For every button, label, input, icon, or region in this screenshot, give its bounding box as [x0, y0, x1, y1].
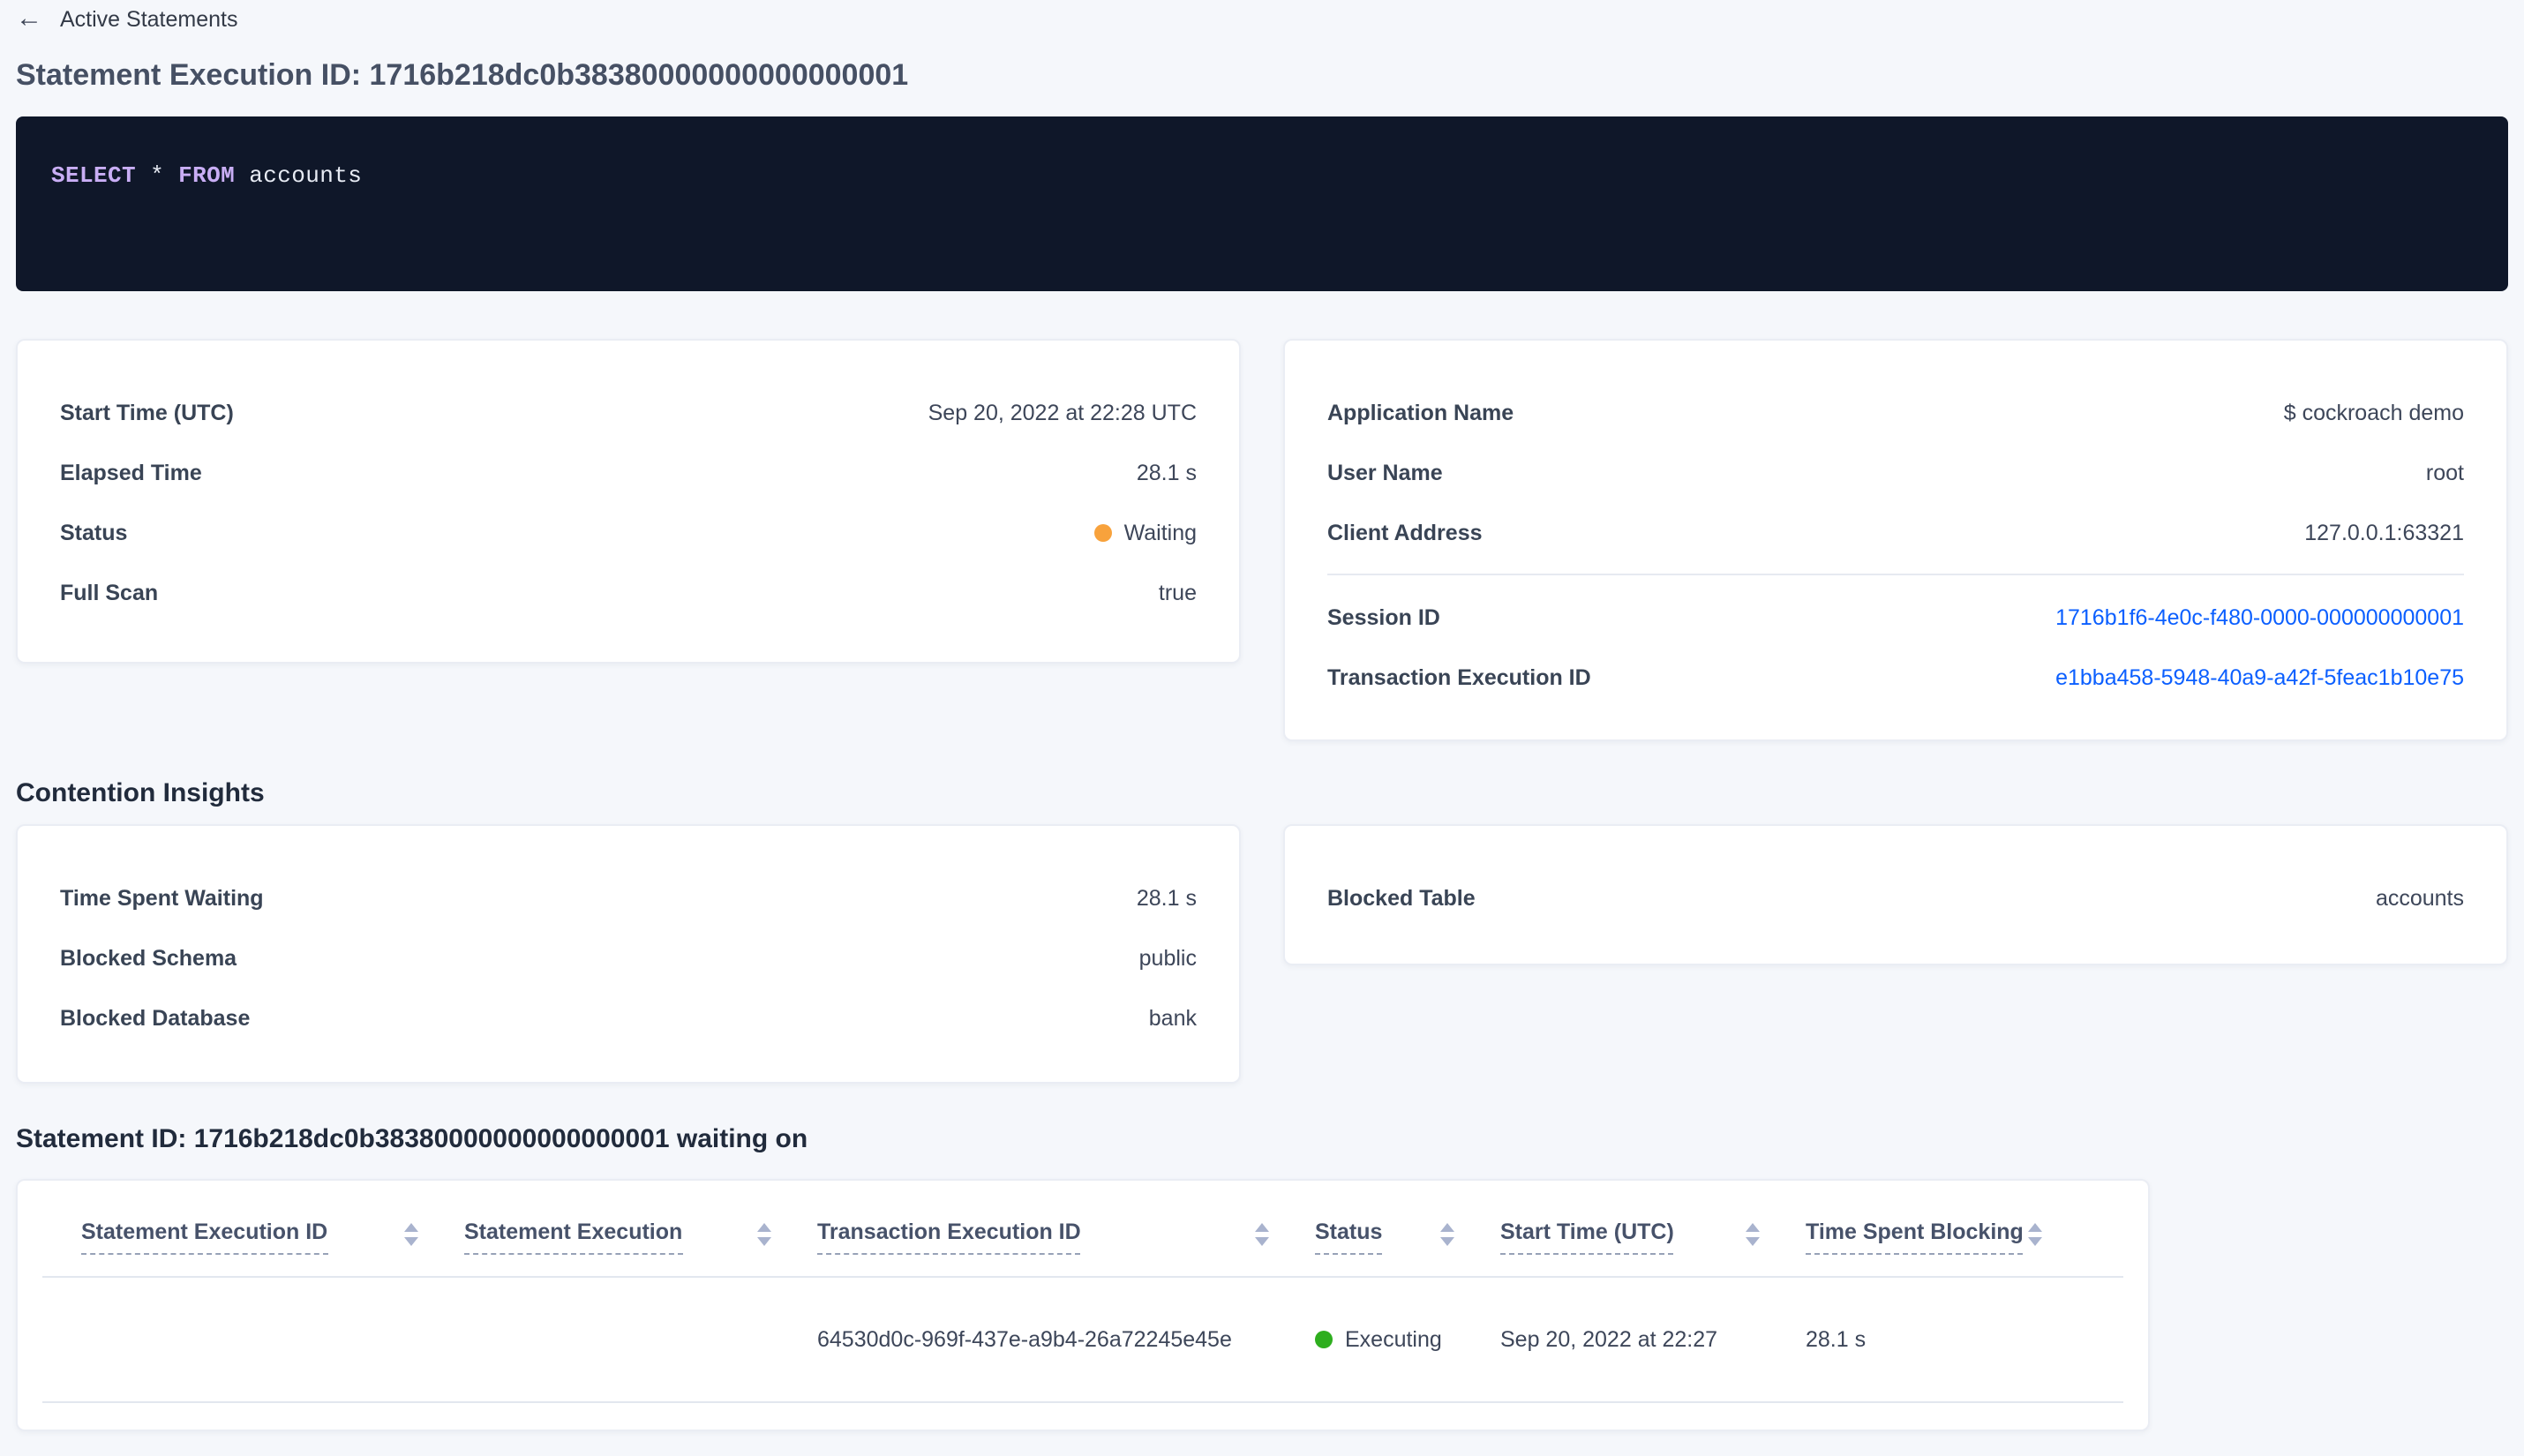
start-time-value: Sep 20, 2022 at 22:28 UTC [928, 401, 1197, 425]
start-time-label: Start Time (UTC) [60, 401, 234, 425]
back-arrow-icon: ← [16, 4, 42, 34]
waiting-on-heading: Statement ID: 1716b218dc0b38380000000000… [16, 1124, 808, 1154]
status-text: Waiting [1123, 521, 1197, 545]
blocked-table-value: accounts [2375, 886, 2464, 911]
sort-icon [1440, 1222, 1454, 1245]
page-title: Statement Execution ID: 1716b218dc0b3838… [16, 58, 909, 92]
sort-icon [1746, 1222, 1760, 1245]
cell-transaction-execution-id: 64530d0c-969f-437e-a9b4-26a72245e45e [817, 1327, 1232, 1352]
blocked-schema-row: Blocked Schema public [60, 928, 1197, 988]
sql-identifier: accounts [249, 162, 363, 189]
contention-left-card: Time Spent Waiting 28.1 s Blocked Schema… [16, 824, 1241, 1084]
status-value: Waiting [1093, 521, 1197, 545]
status-text: Executing [1345, 1327, 1442, 1352]
transaction-execution-id-row: Transaction Execution ID e1bba458-5948-4… [1327, 648, 2464, 708]
session-id-link[interactable]: 1716b1f6-4e0c-f480-0000-000000000001 [2055, 605, 2464, 630]
blocked-table-label: Blocked Table [1327, 886, 1476, 911]
blocked-database-label: Blocked Database [60, 1006, 251, 1031]
sort-icon [2028, 1222, 2042, 1245]
card-divider [1327, 574, 2464, 575]
user-name-row: User Name root [1327, 443, 2464, 503]
session-id-row: Session ID 1716b1f6-4e0c-f480-0000-00000… [1327, 588, 2464, 648]
sort-icon [404, 1222, 418, 1245]
elapsed-time-label: Elapsed Time [60, 461, 202, 485]
column-header-transaction-execution-id[interactable]: Transaction Execution ID [817, 1220, 1315, 1255]
session-id-label: Session ID [1327, 605, 1440, 630]
blocked-schema-label: Blocked Schema [60, 946, 237, 971]
time-spent-waiting-row: Time Spent Waiting 28.1 s [60, 868, 1197, 928]
cell-time-spent-blocking: 28.1 s [1806, 1327, 1867, 1352]
sql-keyword: FROM [178, 162, 236, 189]
cell-status: Executing [1315, 1327, 1500, 1352]
status-label: Status [60, 521, 128, 545]
sql-keyword: SELECT [51, 162, 137, 189]
table-row: 64530d0c-969f-437e-a9b4-26a72245e45e Exe… [18, 1278, 2148, 1401]
application-name-value: $ cockroach demo [2283, 401, 2464, 425]
table-row-divider [42, 1401, 2123, 1403]
sort-icon [1255, 1222, 1269, 1245]
full-scan-label: Full Scan [60, 581, 159, 605]
client-address-label: Client Address [1327, 521, 1483, 545]
cell-start-time: Sep 20, 2022 at 22:27 [1500, 1327, 1718, 1352]
sql-statement-box: SELECT * FROM accounts [16, 116, 2508, 291]
status-row: Status Waiting [60, 503, 1197, 563]
table-header-row: Statement Execution ID Statement Executi… [18, 1220, 2148, 1255]
contention-right-card: Blocked Table accounts [1283, 824, 2508, 965]
status-executing-dot-icon [1315, 1331, 1333, 1348]
transaction-execution-id-label: Transaction Execution ID [1327, 665, 1591, 690]
time-spent-waiting-label: Time Spent Waiting [60, 886, 264, 911]
breadcrumb: Active Statements [60, 7, 238, 32]
start-time-row: Start Time (UTC) Sep 20, 2022 at 22:28 U… [60, 383, 1197, 443]
column-header-statement-execution[interactable]: Statement Execution [464, 1220, 817, 1255]
contention-insights-heading: Contention Insights [16, 778, 265, 808]
status-waiting-dot-icon [1093, 524, 1112, 542]
column-header-status[interactable]: Status [1315, 1220, 1500, 1255]
client-address-row: Client Address 127.0.0.1:63321 [1327, 503, 2464, 563]
time-spent-waiting-value: 28.1 s [1136, 886, 1197, 911]
sql-star: * [150, 162, 165, 189]
blocked-schema-value: public [1138, 946, 1197, 971]
full-scan-row: Full Scan true [60, 563, 1197, 623]
application-name-label: Application Name [1327, 401, 1514, 425]
sort-icon [757, 1222, 771, 1245]
user-name-value: root [2425, 461, 2464, 485]
execution-details-card: Start Time (UTC) Sep 20, 2022 at 22:28 U… [16, 339, 1241, 664]
blocked-database-value: bank [1148, 1006, 1197, 1031]
back-to-active-statements-link[interactable]: ← Active Statements [0, 0, 238, 32]
client-address-value: 127.0.0.1:63321 [2304, 521, 2464, 545]
application-name-row: Application Name $ cockroach demo [1327, 383, 2464, 443]
session-details-card: Application Name $ cockroach demo User N… [1283, 339, 2508, 741]
transaction-execution-id-link[interactable]: e1bba458-5948-40a9-a42f-5feac1b10e75 [2055, 665, 2464, 690]
blocked-table-row: Blocked Table accounts [1327, 868, 2464, 928]
full-scan-value: true [1158, 581, 1197, 605]
column-header-start-time[interactable]: Start Time (UTC) [1500, 1220, 1806, 1255]
elapsed-time-row: Elapsed Time 28.1 s [60, 443, 1197, 503]
column-header-statement-execution-id[interactable]: Statement Execution ID [81, 1220, 464, 1255]
column-header-time-spent-blocking[interactable]: Time Spent Blocking [1806, 1220, 2088, 1255]
waiting-on-table: Statement Execution ID Statement Executi… [16, 1179, 2150, 1431]
user-name-label: User Name [1327, 461, 1443, 485]
blocked-database-row: Blocked Database bank [60, 988, 1197, 1048]
elapsed-time-value: 28.1 s [1136, 461, 1197, 485]
